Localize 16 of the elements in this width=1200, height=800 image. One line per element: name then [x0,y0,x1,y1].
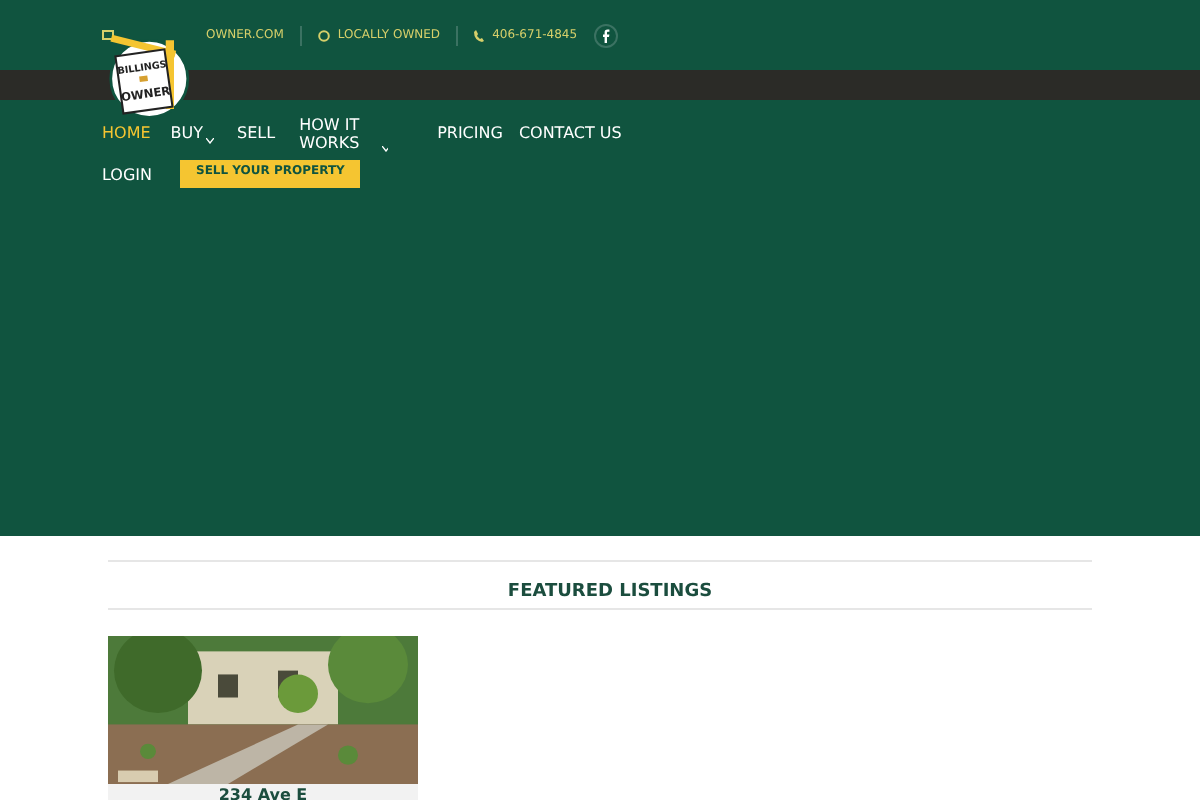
caret-icon [381,146,388,153]
nav-link[interactable]: SELL [237,124,276,144]
listing-title: 234 Ave E [216,784,310,800]
nav-link[interactable]: PRICING [437,124,503,144]
listing-card[interactable]: 234 Ave E [108,636,418,800]
section-title: FEATURED LISTINGS [507,582,713,602]
nav-link[interactable]: HOME [102,124,151,144]
mail-icon [102,30,114,40]
login-link[interactable]: LOGIN [102,165,153,183]
nav-link[interactable]: CONTACT US [518,124,622,144]
nav-link[interactable]: BUY [170,124,214,144]
nav-link[interactable]: HOW IT WORKS [299,115,388,153]
phone-icon [474,29,485,41]
clock-icon [317,29,330,41]
caret-icon [205,137,214,144]
facebook-icon[interactable] [593,23,618,47]
